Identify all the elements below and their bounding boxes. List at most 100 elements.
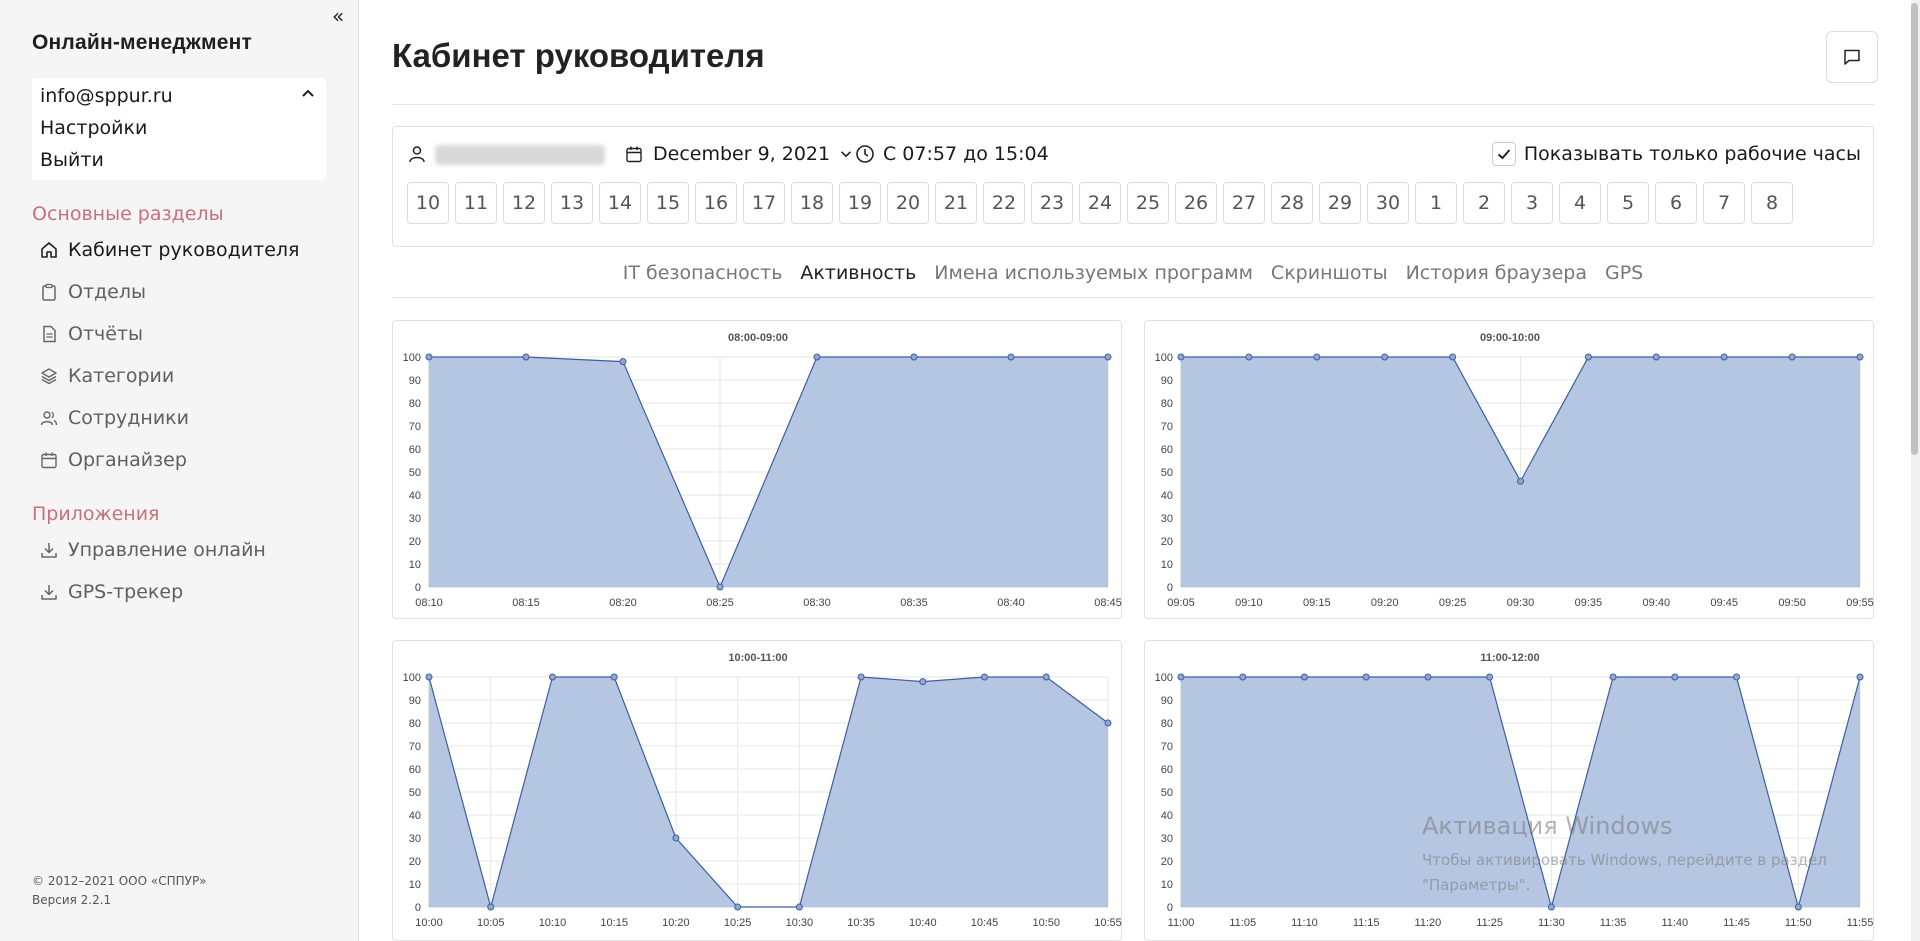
tab-item[interactable]: История браузера [1406, 260, 1587, 297]
work-hours-checkbox[interactable] [1491, 142, 1516, 166]
day-button[interactable]: 18 [791, 182, 833, 224]
day-button[interactable]: 17 [743, 182, 785, 224]
tab-item[interactable]: Активность [800, 260, 916, 297]
data-point[interactable] [1177, 353, 1185, 361]
x-tick-label: 10:30 [786, 917, 814, 929]
data-point[interactable] [1547, 903, 1555, 911]
sidebar-item-reports[interactable]: Отчёты [40, 319, 143, 349]
data-point[interactable] [522, 353, 530, 361]
day-button[interactable]: 16 [695, 182, 737, 224]
data-point[interactable] [1856, 673, 1864, 681]
day-button[interactable]: 28 [1271, 182, 1313, 224]
day-button[interactable]: 19 [839, 182, 881, 224]
data-point[interactable] [1584, 353, 1592, 361]
day-button[interactable]: 23 [1031, 182, 1073, 224]
tab-item[interactable]: IT безопасность [623, 260, 783, 297]
account-email[interactable]: info@sppur.ru [40, 85, 173, 107]
data-point[interactable] [1239, 673, 1247, 681]
tab-item[interactable]: GPS [1605, 260, 1643, 297]
data-point[interactable] [1104, 719, 1112, 727]
day-button[interactable]: 3 [1511, 182, 1553, 224]
data-point[interactable] [1609, 673, 1617, 681]
day-button[interactable]: 30 [1367, 182, 1409, 224]
data-point[interactable] [425, 353, 433, 361]
day-button[interactable]: 11 [455, 182, 497, 224]
day-button[interactable]: 20 [887, 182, 929, 224]
data-point[interactable] [425, 673, 433, 681]
sidebar-item-online-control[interactable]: Управление онлайн [40, 535, 266, 565]
day-button[interactable]: 15 [647, 182, 689, 224]
date-picker[interactable]: December 9, 2021 [625, 141, 854, 167]
data-point[interactable] [1042, 673, 1050, 681]
data-point[interactable] [672, 834, 680, 842]
data-point[interactable] [1652, 353, 1660, 361]
data-point[interactable] [1300, 673, 1308, 681]
sidebar-item-label: Кабинет руководителя [68, 239, 300, 261]
day-button[interactable]: 22 [983, 182, 1025, 224]
data-point[interactable] [1424, 673, 1432, 681]
day-button[interactable]: 4 [1559, 182, 1601, 224]
employee-select[interactable] [435, 145, 605, 165]
settings-link[interactable]: Настройки [40, 117, 147, 139]
chevron-up-icon[interactable] [300, 86, 316, 102]
sidebar-item-dashboard[interactable]: Кабинет руководителя [40, 235, 299, 265]
tab-item[interactable]: Скриншоты [1271, 260, 1388, 297]
day-button[interactable]: 2 [1463, 182, 1505, 224]
data-point[interactable] [487, 903, 495, 911]
data-point[interactable] [910, 353, 918, 361]
data-point[interactable] [619, 358, 627, 366]
data-point[interactable] [1720, 353, 1728, 361]
day-button[interactable]: 21 [935, 182, 977, 224]
data-point[interactable] [1362, 673, 1370, 681]
day-button[interactable]: 24 [1079, 182, 1121, 224]
data-point[interactable] [919, 678, 927, 686]
data-point[interactable] [1381, 353, 1389, 361]
data-point[interactable] [1177, 673, 1185, 681]
data-point[interactable] [1313, 353, 1321, 361]
sidebar-item-categories[interactable]: Категории [40, 361, 174, 391]
tab-item[interactable]: Имена используемых программ [934, 260, 1253, 297]
sidebar-item-organizer[interactable]: Органайзер [40, 445, 187, 475]
data-point[interactable] [1856, 353, 1864, 361]
day-button[interactable]: 29 [1319, 182, 1361, 224]
data-point[interactable] [716, 583, 724, 591]
data-point[interactable] [734, 903, 742, 911]
data-point[interactable] [795, 903, 803, 911]
data-point[interactable] [1449, 353, 1457, 361]
day-button[interactable]: 1 [1415, 182, 1457, 224]
sidebar-item-departments[interactable]: Отделы [40, 277, 146, 307]
data-point[interactable] [1671, 673, 1679, 681]
data-point[interactable] [1794, 903, 1802, 911]
day-button[interactable]: 25 [1127, 182, 1169, 224]
data-point[interactable] [857, 673, 865, 681]
data-point[interactable] [1788, 353, 1796, 361]
page-scrollbar[interactable] [1911, 0, 1920, 941]
data-point[interactable] [1486, 673, 1494, 681]
data-point[interactable] [1245, 353, 1253, 361]
sidebar-item-gps-tracker[interactable]: GPS-трекер [40, 577, 183, 607]
data-point[interactable] [1517, 477, 1524, 485]
data-point[interactable] [548, 673, 556, 681]
feedback-button[interactable] [1826, 31, 1878, 83]
day-button[interactable]: 8 [1751, 182, 1793, 224]
work-hours-toggle[interactable]: Показывать только рабочие часы [1491, 141, 1861, 167]
day-button[interactable]: 26 [1175, 182, 1217, 224]
collapse-sidebar-button[interactable]: « [332, 6, 352, 26]
day-button[interactable]: 12 [503, 182, 545, 224]
day-button[interactable]: 5 [1607, 182, 1649, 224]
day-button[interactable]: 13 [551, 182, 593, 224]
scrollbar-thumb[interactable] [1911, 3, 1918, 455]
day-button[interactable]: 27 [1223, 182, 1265, 224]
day-button[interactable]: 10 [407, 182, 449, 224]
sidebar-item-employees[interactable]: Сотрудники [40, 403, 189, 433]
data-point[interactable] [1733, 673, 1741, 681]
data-point[interactable] [610, 673, 618, 681]
logout-link[interactable]: Выйти [40, 149, 104, 171]
data-point[interactable] [981, 673, 989, 681]
data-point[interactable] [1007, 353, 1015, 361]
data-point[interactable] [1104, 353, 1112, 361]
day-button[interactable]: 7 [1703, 182, 1745, 224]
day-button[interactable]: 14 [599, 182, 641, 224]
data-point[interactable] [813, 353, 821, 361]
day-button[interactable]: 6 [1655, 182, 1697, 224]
